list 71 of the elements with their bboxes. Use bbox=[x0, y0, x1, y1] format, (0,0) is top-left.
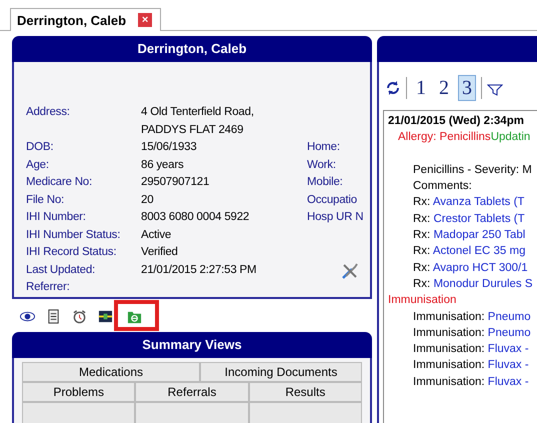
entry-label: Immunisation: bbox=[413, 359, 485, 372]
field-label: IHI Number Status: bbox=[26, 228, 122, 242]
entry-label: Immunisation: bbox=[413, 310, 485, 323]
summary-tab[interactable]: Problems bbox=[22, 382, 136, 402]
field-label: Mobile: bbox=[307, 175, 344, 190]
field-label: Medicare No: bbox=[26, 175, 93, 190]
entry-link[interactable]: Avapro HCT 300/1 bbox=[432, 262, 528, 274]
page-button[interactable]: 2 bbox=[435, 75, 453, 101]
page-button[interactable]: 3 bbox=[458, 75, 476, 101]
entry-link[interactable]: Pneumo bbox=[488, 326, 531, 339]
entry-label: Rx: bbox=[413, 229, 430, 242]
panel-header: Derrington, Caleb bbox=[12, 36, 372, 62]
summary-tab[interactable]: Incoming Documents bbox=[200, 362, 362, 382]
field-label: Occupatio bbox=[307, 192, 358, 208]
entry-label: Rx: bbox=[413, 278, 430, 290]
summary-tab[interactable]: Results bbox=[248, 382, 362, 402]
field-label: Age: bbox=[26, 158, 50, 172]
entry-link[interactable]: Pneumo bbox=[488, 310, 531, 323]
entry-link[interactable]: Monodur Durules S bbox=[433, 278, 533, 290]
patient-tab[interactable]: Derrington, Caleb × bbox=[10, 8, 162, 31]
field-value: 21/01/2015 2:27:53 PM bbox=[141, 262, 258, 278]
field-value: 29507907121 bbox=[141, 175, 210, 190]
entry-label: Rx: bbox=[413, 262, 430, 274]
entry-link[interactable]: Avanza Tablets (T bbox=[432, 196, 524, 208]
section-heading: Immunisation bbox=[388, 293, 458, 308]
field-value: 20 bbox=[141, 192, 154, 208]
field-label: DOB: bbox=[26, 140, 54, 155]
allergy-text: Allergy: Penicillins bbox=[398, 131, 491, 144]
entry-label: Immunisation: bbox=[413, 326, 485, 339]
field-value: 15/06/1933 bbox=[141, 140, 198, 155]
entry-link[interactable]: Actonel EC 35 mg bbox=[432, 245, 526, 258]
tab-label: Derrington, Caleb bbox=[17, 12, 126, 28]
film-strip-icon[interactable] bbox=[98, 308, 113, 324]
entry-label: Rx: bbox=[413, 212, 430, 225]
entry-link[interactable]: Fluvax - bbox=[488, 343, 529, 356]
entry-label: Rx: bbox=[413, 196, 430, 208]
record-text: Penicillins - Severity: M bbox=[412, 162, 533, 178]
field-value: 86 years bbox=[141, 158, 185, 172]
field-label: IHI Number: bbox=[26, 210, 87, 225]
page-button[interactable]: 1 bbox=[412, 75, 430, 101]
close-button[interactable]: × bbox=[138, 13, 152, 27]
field-label: Home: bbox=[307, 140, 341, 155]
tools-icon[interactable] bbox=[340, 260, 360, 280]
field-value: 8003 6080 0004 5922 bbox=[141, 210, 250, 225]
status-text: Updatin bbox=[490, 131, 530, 144]
field-label: Last Updated: bbox=[26, 262, 96, 278]
field-value: Active bbox=[141, 228, 172, 242]
entry-link[interactable]: Madopar 250 Tabl bbox=[433, 229, 526, 242]
entry-label: Rx: bbox=[413, 245, 430, 258]
summary-tab[interactable]: Referrals bbox=[135, 382, 249, 402]
record-date: 21/01/2015 (Wed) 2:34pm bbox=[388, 114, 525, 129]
summary-tab[interactable]: Medications bbox=[22, 362, 200, 382]
field-label: Work: bbox=[307, 158, 337, 172]
entry-link[interactable]: Crestor Tablets (T bbox=[433, 212, 525, 225]
entry-link[interactable]: Fluvax - bbox=[488, 359, 529, 372]
field-label: Address: bbox=[26, 105, 71, 120]
record-text: Comments: bbox=[412, 179, 473, 194]
entry-label: Immunisation: bbox=[413, 376, 485, 388]
entry-link[interactable]: Fluvax - bbox=[488, 376, 529, 388]
field-label: Referrer: bbox=[26, 280, 71, 295]
panel-header: Summary Views bbox=[12, 332, 372, 358]
field-value: PADDYS FLAT 2469 bbox=[141, 122, 244, 138]
document-icon[interactable] bbox=[46, 308, 61, 324]
field-label: Hosp UR N bbox=[307, 210, 364, 225]
refresh-icon[interactable] bbox=[385, 80, 401, 96]
field-value: 4 Old Tenterfield Road, bbox=[141, 105, 255, 120]
entry-label: Immunisation: bbox=[413, 343, 485, 356]
field-value: Verified bbox=[141, 245, 179, 260]
field-label: IHI Record Status: bbox=[26, 245, 118, 260]
field-label: File No: bbox=[26, 192, 66, 208]
alarm-clock-icon[interactable] bbox=[72, 308, 87, 324]
